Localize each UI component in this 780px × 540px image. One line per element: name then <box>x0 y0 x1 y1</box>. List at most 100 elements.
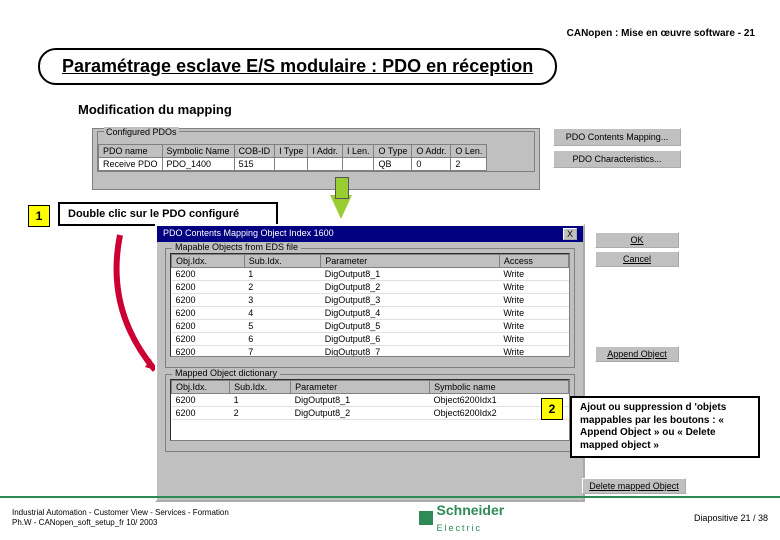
table-row[interactable]: 62001DigOutput8_1Write <box>172 268 569 281</box>
col-cobid: COB-ID <box>234 145 275 158</box>
table-row[interactable]: 62003DigOutput8_3Write <box>172 294 569 307</box>
footer-line1: Industrial Automation - Customer View - … <box>12 508 229 518</box>
cell: Receive PDO <box>99 158 163 171</box>
cell: Write <box>499 268 568 281</box>
mapped-dict-label: Mapped Object dictionary <box>172 368 280 378</box>
table-row[interactable]: 62004DigOutput8_4Write <box>172 307 569 320</box>
cell: 515 <box>234 158 275 171</box>
col-iaddr: I Addr. <box>308 145 343 158</box>
step-2-badge: 2 <box>541 398 563 420</box>
cell: DigOutput8_1 <box>321 268 500 281</box>
footer-left: Industrial Automation - Customer View - … <box>12 508 229 527</box>
cell: Write <box>499 294 568 307</box>
dialog-titlebar: PDO Contents Mapping Object Index 1600 X <box>157 226 583 242</box>
step-1-callout: Double clic sur le PDO configuré <box>58 202 278 226</box>
table-row[interactable]: 62007DigOutput8_7Write <box>172 346 569 358</box>
cell: DigOutput8_2 <box>291 407 430 420</box>
configured-pdos-panel: Configured PDOs PDO name Symbolic Name C… <box>92 128 540 190</box>
cell: 0 <box>412 158 451 171</box>
cell: DigOutput8_2 <box>321 281 500 294</box>
cancel-button[interactable]: Cancel <box>595 251 679 267</box>
schneider-logo: Schneider Electric <box>419 502 505 534</box>
cell: 1 <box>244 268 320 281</box>
cell: PDO_1400 <box>162 158 234 171</box>
cell: DigOutput8_7 <box>321 346 500 358</box>
table-row[interactable]: 62001DigOutput8_1Object6200Idx1 <box>172 394 569 407</box>
cell: 6200 <box>172 394 230 407</box>
cell: 6200 <box>172 281 245 294</box>
mapable-objects-table[interactable]: Obj.Idx. Sub.Idx. Parameter Access 62001… <box>171 254 569 357</box>
cell: 6200 <box>172 307 245 320</box>
cell: Write <box>499 307 568 320</box>
close-icon[interactable]: X <box>563 228 577 240</box>
col-otype: O Type <box>374 145 412 158</box>
page-subtitle: Modification du mapping <box>78 102 232 117</box>
col-subidx: Sub.Idx. <box>244 255 320 268</box>
col-symbolic: Symbolic Name <box>162 145 234 158</box>
cell: 4 <box>244 307 320 320</box>
cell: DigOutput8_3 <box>321 294 500 307</box>
cell: 3 <box>244 294 320 307</box>
ok-button[interactable]: OK <box>595 232 679 248</box>
slide-number: Diapositive 21 / 38 <box>694 513 768 523</box>
cell: QB <box>374 158 412 171</box>
append-object-button[interactable]: Append Object <box>595 346 679 362</box>
arrow-down-icon <box>330 195 352 219</box>
col-param: Parameter <box>321 255 500 268</box>
col-symname: Symbolic name <box>430 381 569 394</box>
pdo-characteristics-button[interactable]: PDO Characteristics... <box>553 150 681 168</box>
col-access: Access <box>499 255 568 268</box>
col-ilen: I Len. <box>342 145 374 158</box>
table-row[interactable]: Receive PDO PDO_1400 515 QB 0 2 <box>99 158 487 171</box>
cell: Write <box>499 346 568 358</box>
dialog-title: PDO Contents Mapping Object Index 1600 <box>163 228 334 240</box>
footer: Industrial Automation - Customer View - … <box>0 496 780 534</box>
cell: Write <box>499 333 568 346</box>
cell: 6200 <box>172 268 245 281</box>
cell: 7 <box>244 346 320 358</box>
cell: 2 <box>244 281 320 294</box>
configured-pdos-label: Configured PDOs <box>104 127 179 137</box>
cell <box>308 158 343 171</box>
pdo-side-buttons: PDO Contents Mapping... PDO Characterist… <box>553 128 681 168</box>
logo-text1: Schneider <box>437 502 505 518</box>
header-breadcrumb: CANopen : Mise en œuvre software - 21 <box>567 28 755 39</box>
col-objidx: Obj.Idx. <box>172 381 230 394</box>
table-row[interactable]: 62006DigOutput8_6Write <box>172 333 569 346</box>
cell: 6200 <box>172 346 245 358</box>
cell: 1 <box>230 394 291 407</box>
cell: DigOutput8_6 <box>321 333 500 346</box>
configured-pdos-table[interactable]: PDO name Symbolic Name COB-ID I Type I A… <box>98 144 487 171</box>
col-param: Parameter <box>291 381 430 394</box>
mapping-dialog: PDO Contents Mapping Object Index 1600 X… <box>155 224 585 502</box>
footer-line2: Ph.W - CANopen_soft_setup_fr 10/ 2003 <box>12 518 229 528</box>
step-2-callout: Ajout ou suppression d 'objets mappables… <box>570 396 760 458</box>
col-subidx: Sub.Idx. <box>230 381 291 394</box>
logo-text2: Electric <box>437 523 483 533</box>
step-1-badge: 1 <box>28 205 50 227</box>
cell: DigOutput8_5 <box>321 320 500 333</box>
cell: Write <box>499 281 568 294</box>
cell <box>342 158 374 171</box>
cell: 2 <box>451 158 487 171</box>
cell: Write <box>499 320 568 333</box>
col-pdo-name: PDO name <box>99 145 163 158</box>
cell <box>275 158 308 171</box>
page-title: Paramétrage esclave E/S modulaire : PDO … <box>62 56 533 76</box>
mapped-dict-table[interactable]: Obj.Idx. Sub.Idx. Parameter Symbolic nam… <box>171 380 569 420</box>
cell: DigOutput8_4 <box>321 307 500 320</box>
table-row[interactable]: 62002DigOutput8_2Object6200Idx2 <box>172 407 569 420</box>
delete-mapped-object-button[interactable]: Delete mapped Object <box>582 478 686 494</box>
pdo-contents-mapping-button[interactable]: PDO Contents Mapping... <box>553 128 681 146</box>
table-row[interactable]: 62005DigOutput8_5Write <box>172 320 569 333</box>
cell: DigOutput8_1 <box>291 394 430 407</box>
cell: 5 <box>244 320 320 333</box>
col-oaddr: O Addr. <box>412 145 451 158</box>
cell: 6200 <box>172 294 245 307</box>
col-itype: I Type <box>275 145 308 158</box>
mapable-objects-label: Mapable Objects from EDS file <box>172 242 301 252</box>
cell: 2 <box>230 407 291 420</box>
table-row[interactable]: 62002DigOutput8_2Write <box>172 281 569 294</box>
cell: 6200 <box>172 407 230 420</box>
cell: 6 <box>244 333 320 346</box>
